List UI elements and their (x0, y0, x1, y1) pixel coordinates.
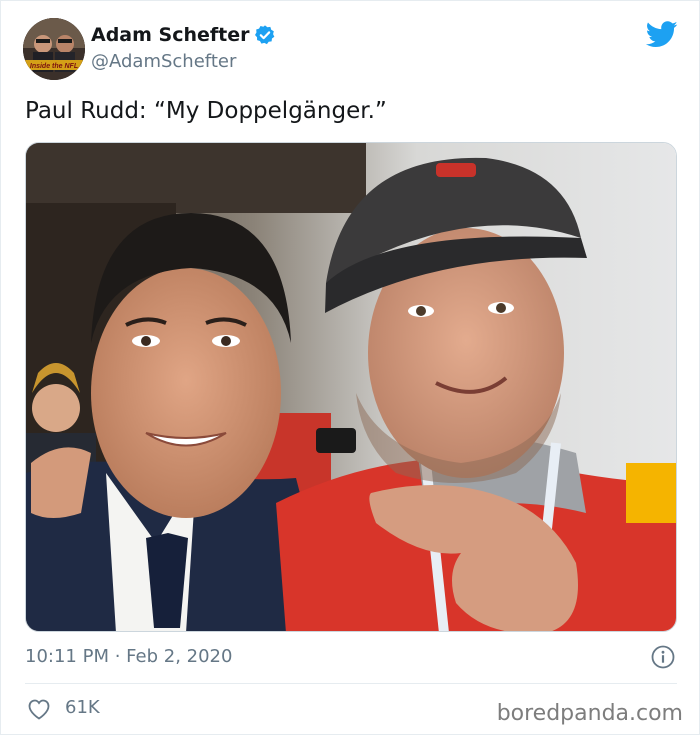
tweet-timestamp[interactable]: 10:11 PM · Feb 2, 2020 (25, 646, 232, 668)
watermark: boredpanda.com (496, 701, 683, 726)
display-name-text: Adam Schefter (91, 24, 250, 46)
avatar[interactable]: Inside the NFL (23, 18, 85, 80)
twitter-bird-icon[interactable] (646, 21, 678, 48)
tweet-text: Paul Rudd: “My Doppelgänger.” (25, 98, 387, 124)
like-count: 61K (65, 697, 100, 718)
selfie-photo (26, 143, 676, 631)
user-handle[interactable]: @AdamSchefter (91, 51, 236, 73)
avatar-image: Inside the NFL (23, 18, 85, 80)
tweet-photo[interactable] (25, 142, 677, 632)
tweet-card: Inside the NFL Adam Schefter @AdamScheft… (0, 0, 700, 735)
avatar-logo-text: Inside the NFL (30, 63, 78, 70)
divider (25, 683, 677, 684)
display-name[interactable]: Adam Schefter (91, 23, 276, 47)
heart-icon[interactable] (27, 698, 51, 720)
info-icon[interactable] (651, 645, 675, 669)
verified-badge-icon (254, 25, 274, 45)
